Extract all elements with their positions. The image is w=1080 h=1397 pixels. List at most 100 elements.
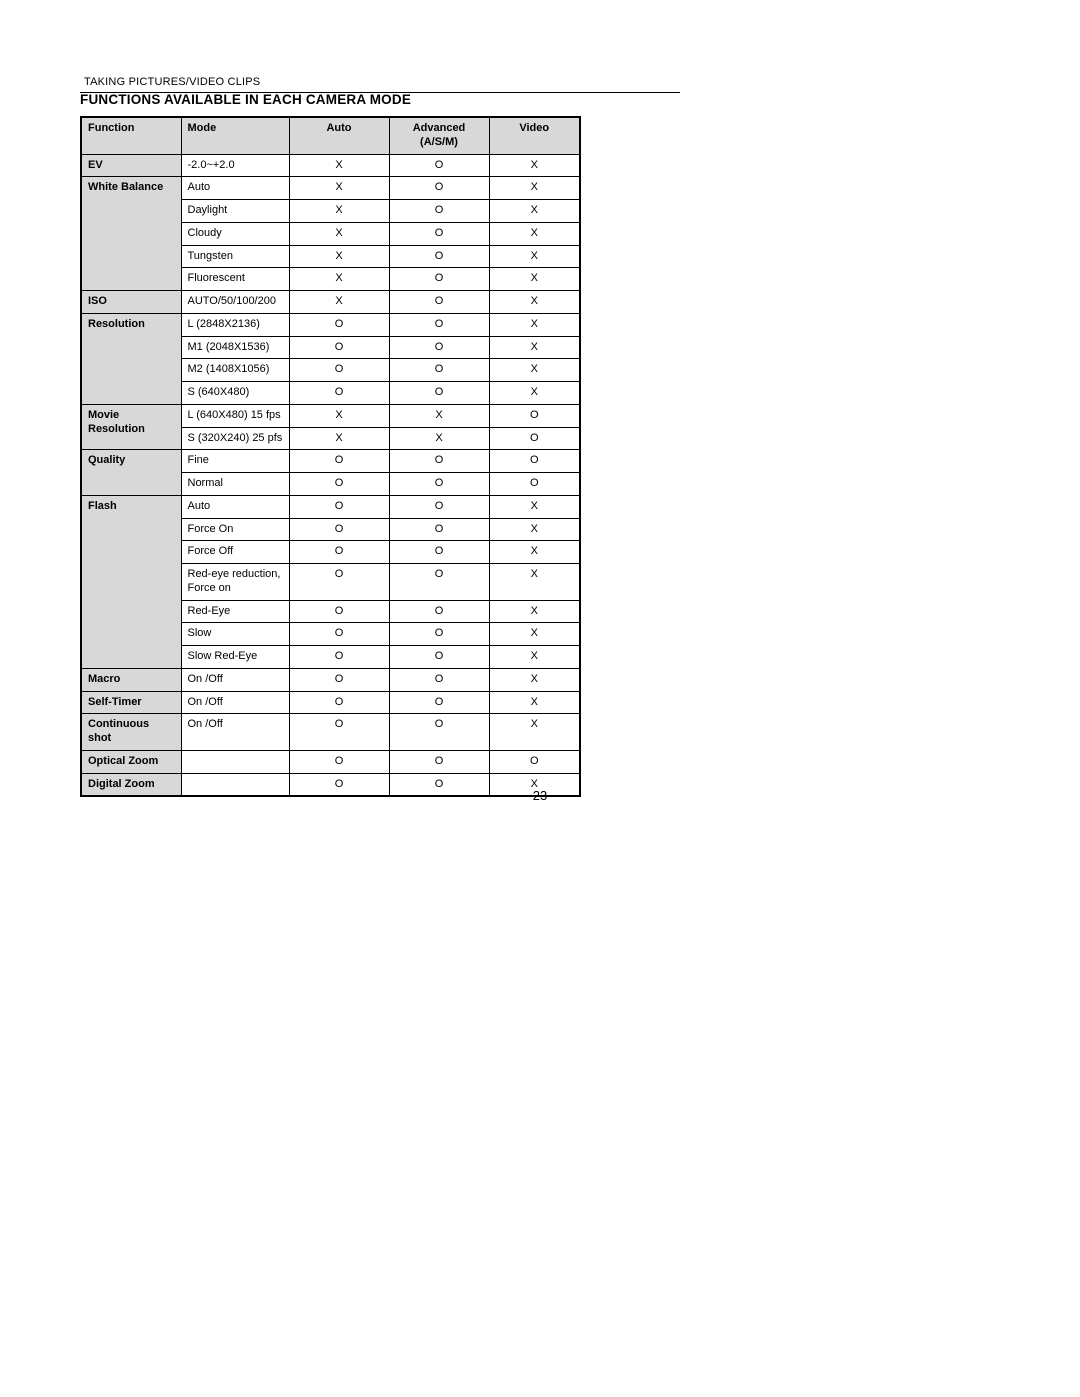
- advanced-cell: O: [389, 750, 489, 773]
- manual-page: TAKING PICTURES/VIDEO CLIPS FUNCTIONS AV…: [0, 0, 1080, 1397]
- auto-cell: O: [289, 600, 389, 623]
- mode-cell: Auto: [181, 495, 289, 518]
- auto-cell: X: [289, 245, 389, 268]
- mode-cell: Cloudy: [181, 222, 289, 245]
- auto-cell: O: [289, 473, 389, 496]
- advanced-cell: X: [389, 404, 489, 427]
- function-cell: ISO: [81, 291, 181, 314]
- mode-cell: On /Off: [181, 668, 289, 691]
- breadcrumb: TAKING PICTURES/VIDEO CLIPS: [80, 76, 260, 88]
- camera-mode-table: Function Mode Auto Advanced (A/S/M) Vide…: [80, 116, 581, 797]
- advanced-cell: O: [389, 200, 489, 223]
- advanced-cell: O: [389, 564, 489, 601]
- video-cell: X: [489, 177, 580, 200]
- function-cell: Resolution: [81, 313, 181, 404]
- mode-cell: Force On: [181, 518, 289, 541]
- mode-cell: AUTO/50/100/200: [181, 291, 289, 314]
- video-cell: X: [489, 291, 580, 314]
- col-function: Function: [81, 117, 181, 154]
- auto-cell: O: [289, 564, 389, 601]
- mode-cell: Fluorescent: [181, 268, 289, 291]
- video-cell: O: [489, 750, 580, 773]
- video-cell: X: [489, 382, 580, 405]
- advanced-cell: O: [389, 518, 489, 541]
- advanced-cell: O: [389, 154, 489, 177]
- video-cell: X: [489, 623, 580, 646]
- breadcrumb-underline: TAKING PICTURES/VIDEO CLIPS: [80, 72, 680, 93]
- function-cell: Optical Zoom: [81, 750, 181, 773]
- mode-cell: Red-Eye: [181, 600, 289, 623]
- mode-cell: Daylight: [181, 200, 289, 223]
- mode-cell: Force Off: [181, 541, 289, 564]
- auto-cell: O: [289, 714, 389, 751]
- video-cell: X: [489, 154, 580, 177]
- function-cell: EV: [81, 154, 181, 177]
- advanced-cell: O: [389, 245, 489, 268]
- table-row: Optical ZoomOOO: [81, 750, 580, 773]
- advanced-cell: O: [389, 359, 489, 382]
- advanced-cell: O: [389, 600, 489, 623]
- function-cell: White Balance: [81, 177, 181, 291]
- mode-cell: Fine: [181, 450, 289, 473]
- advanced-cell: O: [389, 773, 489, 796]
- mode-cell: Slow: [181, 623, 289, 646]
- auto-cell: X: [289, 222, 389, 245]
- video-cell: O: [489, 404, 580, 427]
- auto-cell: O: [289, 646, 389, 669]
- table-row: Continuous shotOn /OffOOX: [81, 714, 580, 751]
- mode-cell: Tungsten: [181, 245, 289, 268]
- mode-cell: Normal: [181, 473, 289, 496]
- table-row: FlashAutoOOX: [81, 495, 580, 518]
- col-auto: Auto: [289, 117, 389, 154]
- auto-cell: O: [289, 450, 389, 473]
- auto-cell: O: [289, 773, 389, 796]
- mode-cell: [181, 773, 289, 796]
- advanced-cell: O: [389, 291, 489, 314]
- video-cell: X: [489, 336, 580, 359]
- page-title: FUNCTIONS AVAILABLE IN EACH CAMERA MODE: [80, 92, 411, 107]
- advanced-cell: O: [389, 623, 489, 646]
- advanced-cell: O: [389, 268, 489, 291]
- mode-cell: M1 (2048X1536): [181, 336, 289, 359]
- mode-cell: On /Off: [181, 691, 289, 714]
- video-cell: O: [489, 473, 580, 496]
- video-cell: X: [489, 245, 580, 268]
- video-cell: X: [489, 200, 580, 223]
- auto-cell: X: [289, 427, 389, 450]
- video-cell: O: [489, 427, 580, 450]
- auto-cell: O: [289, 382, 389, 405]
- auto-cell: O: [289, 623, 389, 646]
- page-number: 23: [533, 788, 547, 803]
- mode-cell: L (640X480) 15 fps: [181, 404, 289, 427]
- mode-cell: Slow Red-Eye: [181, 646, 289, 669]
- advanced-cell: O: [389, 495, 489, 518]
- table-row: White BalanceAutoXOX: [81, 177, 580, 200]
- auto-cell: X: [289, 291, 389, 314]
- auto-cell: O: [289, 668, 389, 691]
- advanced-cell: O: [389, 691, 489, 714]
- auto-cell: X: [289, 404, 389, 427]
- video-cell: X: [489, 268, 580, 291]
- function-cell: Macro: [81, 668, 181, 691]
- video-cell: X: [489, 518, 580, 541]
- mode-cell: Auto: [181, 177, 289, 200]
- video-cell: O: [489, 450, 580, 473]
- mode-table-wrap: Function Mode Auto Advanced (A/S/M) Vide…: [80, 116, 581, 797]
- function-cell: Self-Timer: [81, 691, 181, 714]
- video-cell: X: [489, 714, 580, 751]
- mode-cell: [181, 750, 289, 773]
- table-body: EV-2.0~+2.0XOXWhite BalanceAutoXOXDaylig…: [81, 154, 580, 796]
- auto-cell: O: [289, 691, 389, 714]
- advanced-cell: O: [389, 222, 489, 245]
- video-cell: X: [489, 495, 580, 518]
- video-cell: X: [489, 541, 580, 564]
- auto-cell: X: [289, 177, 389, 200]
- table-row: MacroOn /OffOOX: [81, 668, 580, 691]
- advanced-cell: O: [389, 450, 489, 473]
- advanced-cell: O: [389, 177, 489, 200]
- advanced-cell: O: [389, 668, 489, 691]
- video-cell: X: [489, 668, 580, 691]
- auto-cell: X: [289, 268, 389, 291]
- table-row: Digital ZoomOOX: [81, 773, 580, 796]
- auto-cell: O: [289, 495, 389, 518]
